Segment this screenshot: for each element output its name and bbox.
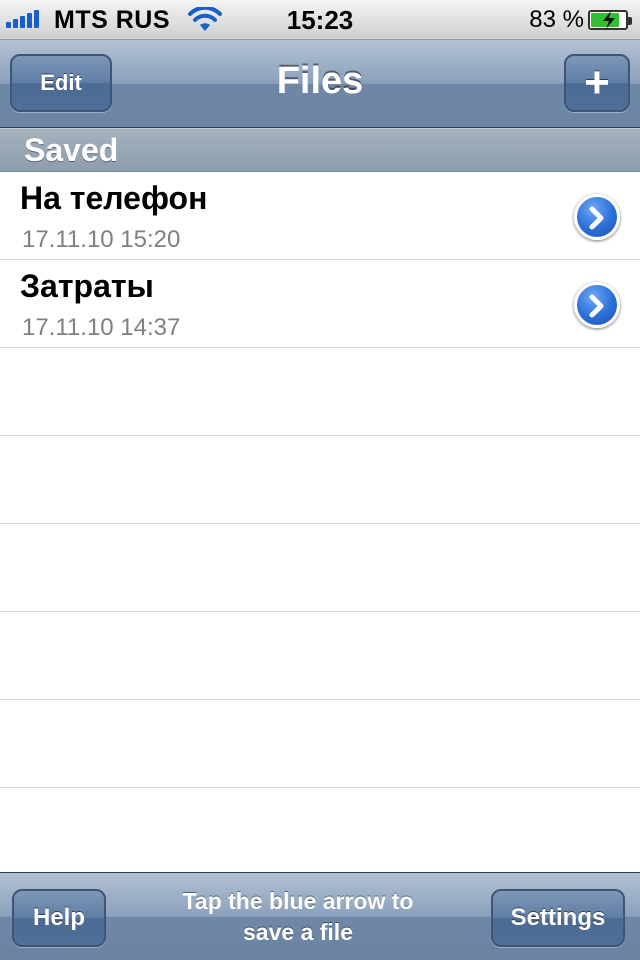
battery-percent: 83 % (529, 6, 584, 33)
file-name: Затраты (20, 268, 154, 304)
charging-bolt-icon (603, 11, 615, 29)
empty-row (0, 700, 640, 788)
navigation-bar: Edit Files + (0, 40, 640, 128)
empty-row (0, 524, 640, 612)
empty-row (0, 348, 640, 436)
list-item[interactable]: Затраты 17.11.10 14:37 (0, 260, 640, 348)
detail-disclosure-icon[interactable] (574, 194, 620, 240)
empty-row (0, 612, 640, 700)
status-bar: MTS RUS 15:23 83 % (0, 0, 640, 40)
file-date: 17.11.10 15:20 (22, 226, 181, 253)
hint-line-1: Tap the blue arrow to (182, 888, 414, 914)
page-title: Files (276, 60, 364, 102)
section-header-saved: Saved (0, 128, 640, 172)
detail-disclosure-icon[interactable] (574, 282, 620, 328)
empty-row (0, 436, 640, 524)
file-date: 17.11.10 14:37 (22, 314, 181, 341)
list-item[interactable]: На телефон 17.11.10 15:20 (0, 172, 640, 260)
help-button[interactable]: Help (12, 889, 106, 947)
bottom-toolbar: Help Tap the blue arrow to save a file S… (0, 872, 640, 960)
file-list: На телефон 17.11.10 15:20 Затраты 17.11.… (0, 172, 640, 788)
settings-button[interactable]: Settings (491, 889, 625, 947)
file-name: На телефон (20, 180, 208, 216)
add-file-button[interactable]: + (564, 54, 630, 112)
battery-charging-icon (588, 10, 632, 30)
hint-line-2: save a file (243, 919, 353, 945)
hint-text: Tap the blue arrow to save a file (150, 886, 446, 948)
